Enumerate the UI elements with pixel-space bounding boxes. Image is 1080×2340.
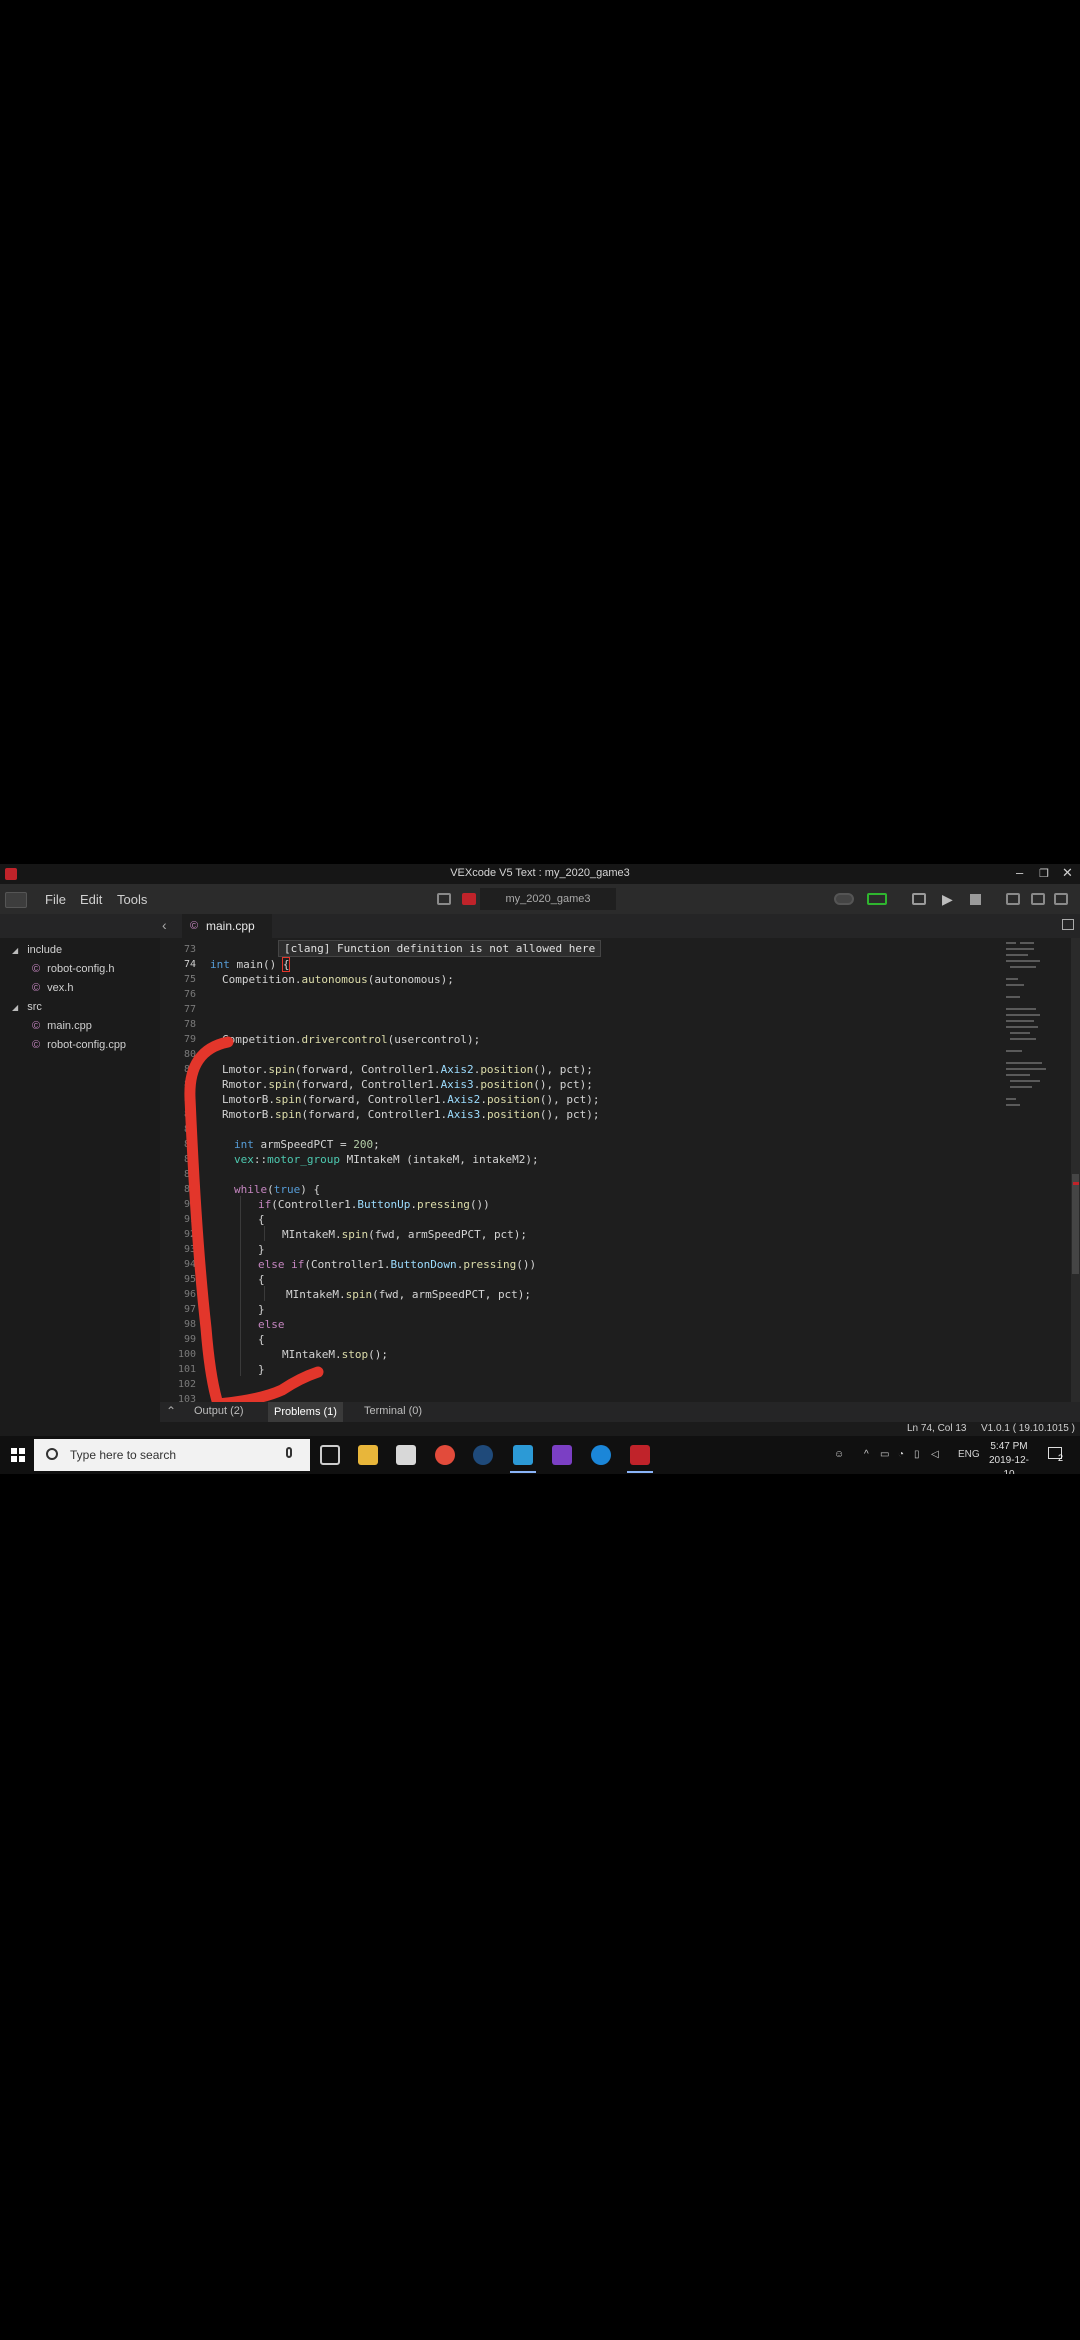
help-icon[interactable] (1031, 893, 1045, 905)
editor-scrollbar[interactable] (1071, 938, 1080, 1422)
project-name[interactable]: my_2020_game3 (480, 888, 616, 910)
tab-label: main.cpp (206, 919, 255, 933)
active-app-indicator (627, 1471, 653, 1473)
cursor-position: Ln 74, Col 13 (907, 1423, 967, 1434)
close-icon[interactable]: ✕ (1062, 865, 1073, 881)
back-chevron-icon[interactable]: ‹ (162, 917, 167, 933)
vexcode-icon[interactable] (630, 1445, 650, 1465)
cpp-file-icon: © (190, 920, 199, 932)
cortana-icon (46, 1448, 58, 1460)
play-icon[interactable]: ▶ (942, 891, 953, 908)
windows-start-icon[interactable] (11, 1448, 25, 1462)
panel-tab-bar: ⌃ Output (2) Problems (1) Terminal (0) (160, 1402, 1080, 1422)
clock-date: 2019-12-10 (988, 1455, 1030, 1474)
error-marker (1073, 1182, 1079, 1185)
network-icon[interactable]: ◔ (898, 1449, 904, 1460)
editor-tab-bar: ‹ © main.cpp (0, 914, 1080, 938)
file-main-cpp[interactable]: © main.cpp (32, 1020, 92, 1032)
header-file-icon: © (32, 982, 41, 994)
search-placeholder: Type here to search (70, 1448, 177, 1462)
file-robot-config-h[interactable]: © robot-config.h (32, 963, 114, 975)
split-editor-icon[interactable] (1062, 919, 1074, 930)
tab-problems[interactable]: Problems (1) (268, 1402, 343, 1422)
task-view-icon[interactable] (320, 1445, 340, 1465)
title-bar: VEXcode V5 Text : my_2020_game3 – ❐ ✕ (0, 864, 1080, 884)
stop-icon[interactable] (970, 894, 981, 905)
maximize-icon[interactable]: ❐ (1039, 867, 1049, 880)
menu-edit[interactable]: Edit (80, 892, 102, 907)
file-robot-config-cpp[interactable]: © robot-config.cpp (32, 1039, 126, 1051)
brain-icon[interactable] (867, 893, 887, 905)
menu-tools[interactable]: Tools (117, 892, 147, 907)
menu-file[interactable]: File (45, 892, 66, 907)
minimize-icon[interactable]: – (1016, 865, 1023, 880)
notification-count: 2 (1058, 1453, 1064, 1463)
app-icon[interactable] (513, 1445, 533, 1465)
expand-icon: ◢ (12, 1003, 19, 1012)
status-bar: Ln 74, Col 13 V1.0.1 ( 19.10.1015 ) (0, 1422, 1080, 1436)
clock-time: 5:47 PM (990, 1441, 1028, 1452)
file-explorer-icon[interactable] (358, 1445, 378, 1465)
microphone-icon[interactable] (286, 1447, 292, 1458)
controller-icon[interactable] (834, 893, 854, 905)
tray-app-icon[interactable]: ▭ (880, 1449, 889, 1460)
code-editor[interactable]: 73 74 75 76 77 78 79 80 81 82 83 84 85 8… (160, 938, 1000, 1422)
tab-output[interactable]: Output (2) (194, 1405, 244, 1417)
cpp-file-icon: © (32, 1039, 41, 1051)
twitch-icon[interactable] (552, 1445, 572, 1465)
chevron-up-icon[interactable]: ⌃ (166, 1404, 176, 1418)
active-app-indicator (510, 1471, 536, 1473)
cpp-file-icon: © (32, 1020, 41, 1032)
file-vex-h[interactable]: © vex.h (32, 982, 73, 994)
edge-icon[interactable] (591, 1445, 611, 1465)
slot-icon[interactable] (437, 893, 451, 905)
tab-main-cpp[interactable]: © main.cpp (182, 914, 272, 938)
battery-icon[interactable]: ▯ (914, 1449, 920, 1460)
system-clock[interactable]: 5:47 PM 2019-12-10 (984, 1440, 1034, 1474)
minimap-preview (1006, 942, 1046, 1106)
tab-terminal[interactable]: Terminal (0) (364, 1405, 422, 1417)
scrollbar-thumb[interactable] (1072, 1174, 1079, 1274)
file-explorer: ◢ include © robot-config.h © vex.h ◢ src… (0, 938, 160, 1422)
people-icon[interactable]: ☺ (834, 1449, 844, 1460)
folder-src[interactable]: ◢ src (12, 1001, 42, 1013)
download-icon[interactable] (912, 893, 926, 905)
annotation-arrow (184, 1036, 324, 1410)
minimap[interactable] (1002, 938, 1070, 1422)
windows-taskbar: Type here to search ☺ ^ ▭ ◔ ▯ ◁ ENG 5:47… (0, 1436, 1080, 1474)
layout-icon[interactable] (1006, 893, 1020, 905)
chrome-icon[interactable] (435, 1445, 455, 1465)
expand-icon: ◢ (12, 946, 19, 955)
taskbar-search[interactable]: Type here to search (34, 1439, 310, 1471)
header-file-icon: © (32, 963, 41, 975)
folder-include[interactable]: ◢ include (12, 944, 62, 956)
version-label: V1.0.1 ( 19.10.1015 ) (981, 1423, 1075, 1434)
feedback-icon[interactable] (1054, 893, 1068, 905)
steam-icon[interactable] (473, 1445, 493, 1465)
vex-project-icon[interactable] (462, 893, 476, 905)
chevron-up-icon[interactable]: ^ (864, 1449, 869, 1460)
screen: VEXcode V5 Text : my_2020_game3 – ❐ ✕ Fi… (0, 864, 1080, 1474)
app-menu-icon[interactable] (5, 892, 27, 908)
store-icon[interactable] (396, 1445, 416, 1465)
window-title: VEXcode V5 Text : my_2020_game3 (450, 867, 630, 879)
volume-icon[interactable]: ◁ (931, 1449, 939, 1460)
language-indicator[interactable]: ENG (958, 1449, 980, 1460)
menu-bar: File Edit Tools my_2020_game3 ▶ (0, 884, 1080, 914)
